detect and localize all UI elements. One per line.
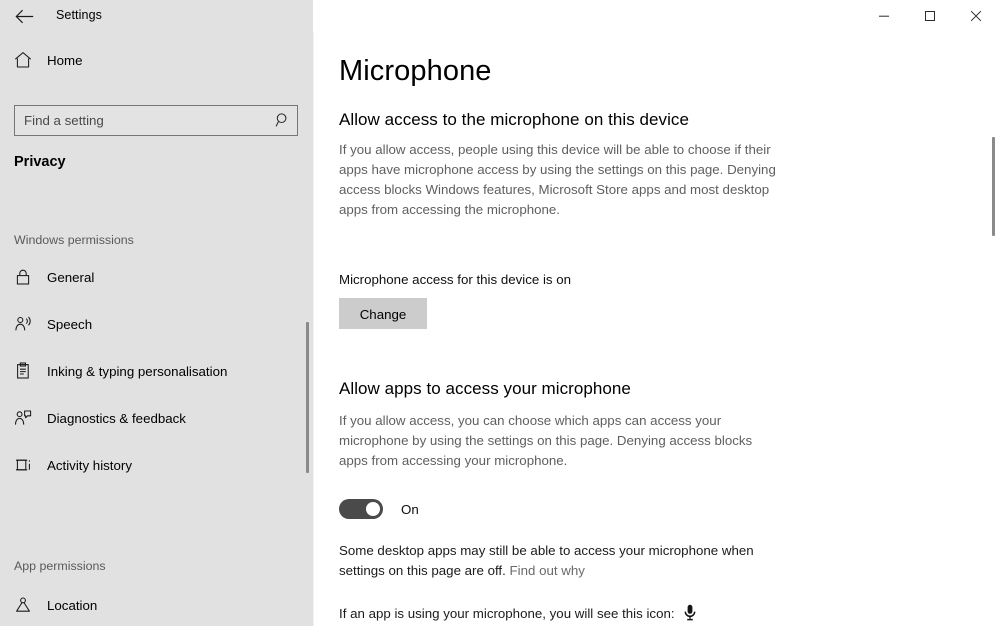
apps-access-toggle-row: On [339, 499, 419, 519]
sidebar-item-home-label: Home [47, 52, 83, 68]
section-apps-access-description: If you allow access, you can choose whic… [339, 413, 753, 468]
section-device-access-description: If you allow access, people using this d… [339, 142, 776, 217]
sidebar-item-location-label: Location [47, 597, 98, 613]
search-field-wrapper [14, 105, 298, 136]
sidebar-item-speech-label: Speech [47, 316, 93, 332]
desktop-apps-note: Some desktop apps may still be able to a… [339, 541, 769, 581]
section-device-access-heading: Allow access to the microphone on this d… [339, 110, 689, 129]
page-title: Microphone [339, 55, 492, 87]
content-scrollbar-track[interactable] [987, 32, 999, 626]
sidebar-item-inking-typing-personalisation-label: Inking & typing personalisation [47, 363, 228, 379]
apps-access-toggle[interactable] [339, 499, 383, 519]
minimize-icon [878, 10, 890, 22]
close-icon [970, 10, 982, 22]
sidebar: Home Privacy Windows permissions [0, 32, 313, 626]
home-icon [14, 51, 40, 69]
back-arrow-icon [14, 9, 34, 24]
change-button-wrapper: Change [339, 298, 427, 329]
section-apps-access-heading: Allow apps to access your microphone [339, 379, 631, 398]
sidebar-scrollbar-thumb[interactable] [306, 322, 309, 473]
title-bar: Settings [0, 0, 999, 32]
sidebar-group-windows-permissions: Windows permissions General Speech Inkin… [0, 230, 313, 485]
clipboard-pen-icon [14, 362, 40, 380]
window-controls [861, 0, 999, 32]
sidebar-group-heading-windows-permissions: Windows permissions [14, 233, 134, 247]
device-access-status: Microphone access for this device is on [339, 272, 572, 287]
microphone-icon [683, 604, 697, 626]
maximize-button[interactable] [907, 0, 953, 32]
sidebar-item-general-label: General [47, 269, 95, 285]
panel-divider [313, 0, 314, 626]
sidebar-item-activity-history[interactable]: Activity history [0, 445, 313, 485]
sidebar-item-diagnostics-feedback[interactable]: Diagnostics & feedback [0, 398, 313, 438]
content-scrollbar-thumb[interactable] [992, 137, 995, 236]
sidebar-item-home[interactable]: Home [0, 40, 313, 80]
find-out-why-link[interactable]: Find out why [510, 563, 585, 578]
speech-person-icon [14, 315, 40, 333]
back-button[interactable] [6, 0, 42, 32]
mic-icon-note: If an app is using your microphone, you … [339, 604, 697, 626]
sidebar-item-diagnostics-feedback-label: Diagnostics & feedback [47, 410, 186, 426]
sidebar-category-title: Privacy [14, 154, 66, 170]
app-title: Settings [56, 8, 102, 22]
activity-history-icon [14, 456, 40, 474]
sidebar-item-inking-typing-personalisation[interactable]: Inking & typing personalisation [0, 351, 313, 391]
toggle-knob [366, 502, 380, 516]
maximize-icon [924, 10, 936, 22]
sidebar-item-speech[interactable]: Speech [0, 304, 313, 344]
sidebar-item-general[interactable]: General [0, 257, 313, 297]
sidebar-item-location[interactable]: Location [0, 585, 313, 625]
title-bar-left-pane [0, 0, 313, 32]
main-content: Microphone Allow access to the microphon… [314, 32, 999, 626]
minimize-button[interactable] [861, 0, 907, 32]
change-button[interactable]: Change [339, 298, 427, 329]
lock-icon [14, 268, 40, 286]
search-input[interactable] [14, 105, 298, 136]
person-feedback-icon [14, 409, 40, 427]
mic-icon-note-text: If an app is using your microphone, you … [339, 606, 675, 621]
location-pin-icon [14, 596, 40, 614]
sidebar-item-activity-history-label: Activity history [47, 457, 132, 473]
sidebar-group-app-permissions: App permissions Location [0, 556, 313, 625]
close-button[interactable] [953, 0, 999, 32]
settings-window: Settings Home Find a setting Privacy Win… [0, 0, 999, 626]
sidebar-group-heading-app-permissions: App permissions [14, 559, 106, 573]
apps-access-toggle-label: On [401, 501, 419, 517]
